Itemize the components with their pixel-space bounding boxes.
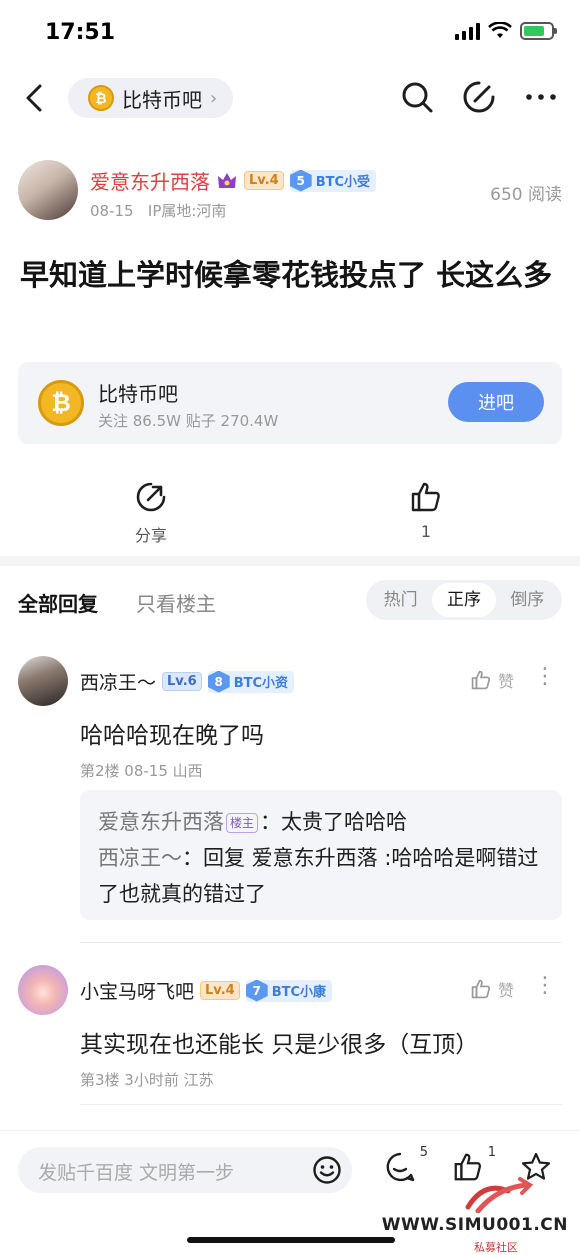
more-icon[interactable] [522,78,560,116]
comment-like-button[interactable]: 赞 [470,977,514,1001]
comment-like-label: 赞 [497,672,514,691]
tab-all-replies[interactable]: 全部回复 [18,588,98,617]
comment-meta: 第3楼 3小时前 江苏 [80,1071,214,1089]
sub-reply-box[interactable]: 爱意东升西落 楼主 ：太贵了哈哈哈 西凉王～：回复 爱意东升西落 :哈哈哈是啊错过了… [80,790,562,920]
status-time: 17:51 [45,20,116,45]
watermark-logo [465,1177,534,1213]
sort-hot[interactable]: 热门 [369,583,432,617]
signal-icon [455,22,480,40]
status-icons [455,22,557,40]
comment-divider [80,942,562,943]
commenter-line: 西凉王～ Lv.6 8 BTC小资 [80,668,295,695]
watermark: WWW.SIMU001.CN 私募社区 [374,1171,574,1255]
level-badge: Lv.4 [200,981,240,1000]
bottom-bar: 发贴千百度 文明第一步 5 1 WWW.SIMU001.CN 私募社区 [0,1130,580,1255]
sub-reply-user[interactable]: 西凉王～ [98,846,182,870]
commenter-name[interactable]: 西凉王～ [80,668,156,695]
battery-icon [520,22,557,40]
comment-item: 西凉王～ Lv.6 8 BTC小资 赞 ⋮ 哈哈哈现在晚了吗 第2楼 08-15… [18,656,562,926]
thumbs-up-icon [471,670,490,690]
sort-segment: 热门 正序 倒序 [366,580,562,620]
watermark-site: WWW.SIMU001.CN [381,1215,568,1235]
vertical-more-icon[interactable]: ⋮ [534,666,556,688]
sub-reply-text: ：太贵了哈哈哈 [260,810,408,834]
post-title: 早知道上学时候拿零花钱投点了 长这么多 [20,258,553,292]
member-badge-text: BTC小资 [233,676,289,691]
chevron-right-icon: › [210,87,218,109]
commenter-name[interactable]: 小宝马呀飞吧 [80,977,194,1004]
owner-tag: 楼主 [226,813,259,833]
level-badge: Lv.4 [244,171,284,190]
forum-card-name: 比特币吧 [98,382,178,406]
comment-body: 其实现在也还能长 只是少很多（互顶） [80,1032,479,1058]
like-count: 1 [420,522,432,541]
author-name-line: 爱意东升西落 Lv.4 5 BTC小受 [90,166,377,195]
share-button[interactable]: 分享 [111,480,191,546]
commenter-avatar[interactable] [18,656,68,706]
reply-tabs: 全部回复 只看楼主 热门 正序 倒序 [0,580,580,622]
watermark-sub: 私募社区 [474,1241,518,1254]
bottom-like-count: 1 [487,1145,496,1160]
member-badge-text: BTC小受 [315,175,371,190]
thumbs-up-icon [471,979,490,999]
forum-card[interactable]: ₿ 比特币吧 关注 86.5W 贴子 270.4W 进吧 [18,362,562,444]
sub-reply-user[interactable]: 爱意东升西落 [98,810,224,834]
author-name[interactable]: 爱意东升西落 [90,166,210,195]
post-actions: 分享 1 [0,480,580,550]
post-author-row: 爱意东升西落 Lv.4 5 BTC小受 08-15 IP属地:河南 650 阅读 [18,160,562,222]
home-indicator[interactable] [187,1237,395,1243]
author-avatar[interactable] [18,160,78,220]
post-date: 08-15 [90,202,134,220]
member-gem-icon: 5 [289,169,312,192]
nav-actions [398,78,560,116]
status-bar: 17:51 [0,0,580,64]
comment-like-label: 赞 [497,981,514,1000]
emoji-icon[interactable] [312,1155,342,1185]
search-icon[interactable] [398,78,436,116]
post-meta: 08-15 IP属地:河南 [90,200,226,221]
bitcoin-icon: ₿ [88,85,114,111]
member-badge: 5 BTC小受 [289,169,377,192]
like-button[interactable]: 1 [386,480,466,541]
reply-input[interactable]: 发贴千百度 文明第一步 [18,1147,352,1193]
comment-like-button[interactable]: 赞 [470,668,514,692]
level-badge: Lv.6 [162,672,202,691]
sort-asc[interactable]: 正序 [432,583,496,617]
comment-meta: 第2楼 08-15 山西 [80,762,203,780]
compose-icon[interactable] [460,78,498,116]
sub-reply: 爱意东升西落 楼主 ：太贵了哈哈哈 [98,804,544,840]
share-label: 分享 [134,526,167,545]
wifi-icon [488,22,512,38]
back-icon[interactable] [18,80,54,116]
post-ip: IP属地:河南 [147,202,227,220]
bitcoin-icon: ₿ [38,380,84,426]
member-badge: 7 BTC小康 [245,979,333,1002]
crown-icon [218,172,236,188]
tab-owner-only[interactable]: 只看楼主 [136,588,216,617]
vertical-more-icon[interactable]: ⋮ [534,975,556,997]
commenter-line: 小宝马呀飞吧 Lv.4 7 BTC小康 [80,977,333,1004]
comment-item: 小宝马呀飞吧 Lv.4 7 BTC小康 赞 ⋮ 其实现在也还能长 只是少很多（互… [18,965,562,1095]
sub-reply: 西凉王～：回复 爱意东升西落 :哈哈哈是啊错过了也就真的错过了 [98,840,544,912]
comment-body: 哈哈哈现在晚了吗 [80,723,264,749]
member-gem-icon: 8 [207,670,230,693]
member-gem-icon: 7 [245,979,268,1002]
reply-input-placeholder: 发贴千百度 文明第一步 [38,1162,235,1184]
enter-forum-button[interactable]: 进吧 [448,382,544,422]
comment-divider [80,1104,562,1105]
forum-card-stats: 关注 86.5W 贴子 270.4W [98,412,279,430]
nav-bar: ₿ 比特币吧 › [0,72,580,126]
member-badge: 8 BTC小资 [207,670,295,693]
share-icon [136,482,166,512]
thumbs-up-icon [411,482,440,512]
forum-pill[interactable]: ₿ 比特币吧 › [68,78,234,118]
forum-pill-name: 比特币吧 [122,87,202,112]
section-separator [0,556,580,566]
comment-count: 5 [419,1145,428,1160]
member-badge-text: BTC小康 [271,985,327,1000]
commenter-avatar[interactable] [18,965,68,1015]
read-count: 650 阅读 [490,185,562,205]
sort-desc[interactable]: 倒序 [496,583,559,617]
